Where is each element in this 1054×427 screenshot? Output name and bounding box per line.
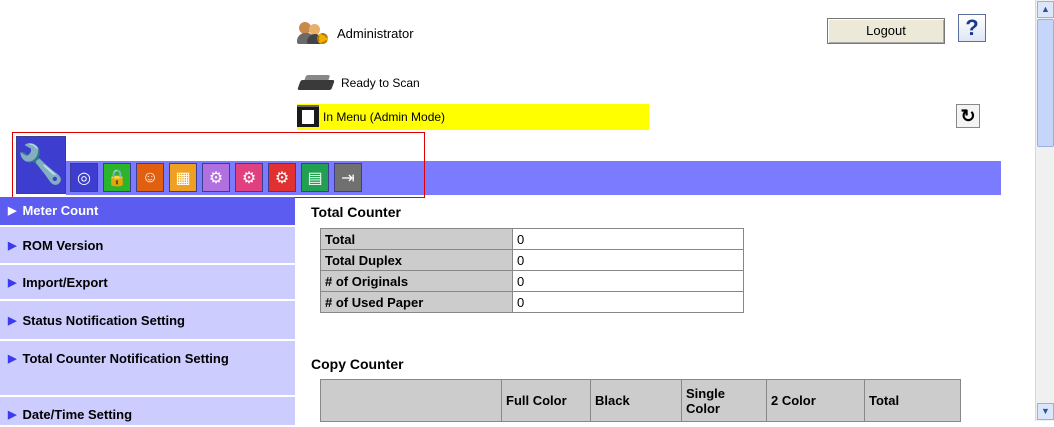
refresh-button[interactable]: ↻ [956,104,980,128]
table-row: # of Originals 0 [320,270,744,292]
scroll-thumb[interactable] [1037,19,1054,147]
table-row: Total 0 [320,228,744,250]
sidebar-item-label: Import/Export [22,275,108,290]
column-header: Full Color [501,379,591,422]
table-header-row: Full Color Black Single Color 2 Color To… [320,379,961,422]
column-header: Black [590,379,682,422]
table-row: Total Duplex 0 [320,249,744,271]
arrow-icon: ▶ [8,240,17,252]
total-counter-table: Total 0 Total Duplex 0 # of Originals 0 … [320,228,744,313]
scroll-down-icon[interactable]: ▼ [1037,403,1054,420]
row-label: Total Duplex [320,249,513,271]
scanner-icon [297,72,337,94]
copy-counter-table: Full Color Black Single Color 2 Color To… [320,379,961,422]
table-row: # of Used Paper 0 [320,291,744,313]
row-label: # of Originals [320,270,513,292]
mode-status: In Menu (Admin Mode) [297,104,649,130]
sidebar-item-total-counter-notification[interactable]: ▶ Total Counter Notification Setting [0,341,295,397]
sidebar-item-rom-version[interactable]: ▶ ROM Version [0,227,295,265]
column-header: Single Color [681,379,767,422]
user-info: Administrator [297,20,414,46]
sidebar-item-date-time[interactable]: ▶ Date/Time Setting [0,397,295,427]
row-label: Total [320,228,513,250]
refresh-icon: ↻ [960,106,976,126]
logout-button[interactable]: Logout [827,18,945,44]
toolbar-highlight-box [12,132,425,198]
arrow-icon: ▶ [8,315,17,327]
sidebar-item-label: Total Counter Notification Setting [22,351,229,366]
sidebar-item-label: Meter Count [22,203,99,218]
arrow-icon: ▶ [8,353,17,365]
mode-status-text: In Menu (Admin Mode) [323,110,446,124]
sidebar: ▶ Meter Count ▶ ROM Version ▶ Import/Exp… [0,197,295,427]
row-value: 0 [512,291,744,313]
printer-icon [297,105,319,129]
arrow-icon: ▶ [8,277,17,289]
administrator-icon [297,20,331,46]
vertical-scrollbar[interactable]: ▲ ▼ [1035,0,1054,421]
sidebar-item-meter-count[interactable]: ▶ Meter Count [0,197,295,227]
column-header [320,379,502,422]
row-value: 0 [512,249,744,271]
scan-status: Ready to Scan [297,72,420,94]
column-header: Total [864,379,961,422]
row-value: 0 [512,270,744,292]
help-button[interactable]: ? [958,14,986,42]
column-header: 2 Color [766,379,865,422]
sidebar-item-import-export[interactable]: ▶ Import/Export [0,265,295,301]
user-label: Administrator [337,25,414,41]
copy-counter-title: Copy Counter [311,356,404,372]
arrow-icon: ▶ [8,205,17,217]
scroll-up-icon[interactable]: ▲ [1037,1,1054,18]
total-counter-title: Total Counter [311,204,401,220]
scan-status-text: Ready to Scan [341,76,420,90]
sidebar-item-status-notification[interactable]: ▶ Status Notification Setting [0,301,295,341]
sidebar-item-label: Status Notification Setting [22,313,185,328]
row-label: # of Used Paper [320,291,513,313]
row-value: 0 [512,228,744,250]
sidebar-item-label: ROM Version [22,238,104,253]
